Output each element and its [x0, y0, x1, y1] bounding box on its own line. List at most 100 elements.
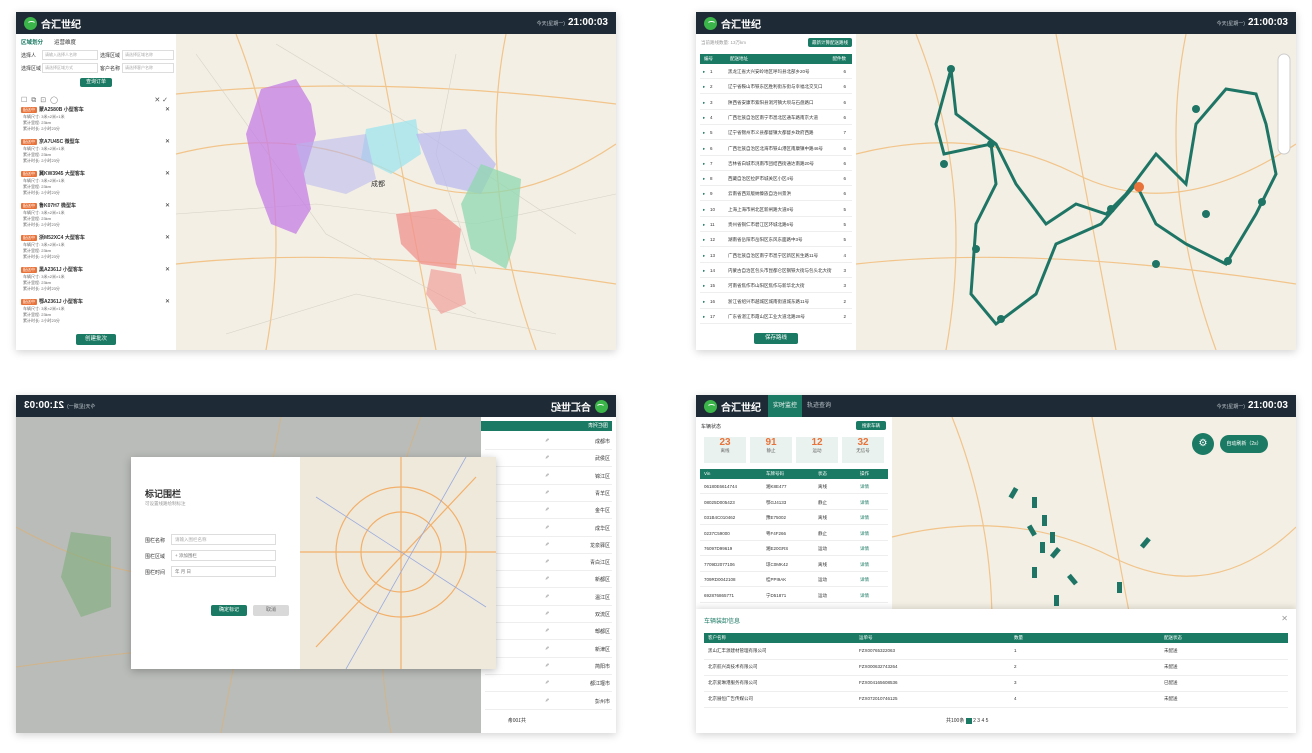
row-expand-icon[interactable]: ▸: [703, 299, 705, 305]
edit-icon[interactable]: ✎: [545, 559, 549, 565]
route-row[interactable]: ▸ 12 湖南省岳阳市岳阳区东风东面路中3号 5: [700, 234, 852, 248]
fence-list-item[interactable]: 锦江区 ✎: [485, 469, 612, 485]
row-expand-icon[interactable]: ▸: [703, 314, 705, 320]
fence-list-item[interactable]: 武侯区 ✎: [485, 452, 612, 468]
edit-icon[interactable]: ✎: [545, 507, 549, 513]
tab-track[interactable]: 轨迹查询: [802, 395, 836, 417]
edit-icon[interactable]: ✎: [545, 680, 549, 686]
dialog-row[interactable]: 北京航兴高技术有限公司 FZX000632743264 2 未配送: [704, 661, 1288, 676]
vehicle-row[interactable]: 709RD0042108 桂PPI9AK 运动 详情: [700, 574, 888, 587]
create-batch-button[interactable]: 创建批次: [76, 334, 116, 345]
route-row[interactable]: ▸ 1 黑龙江省大兴安岭地区呼玛县北部乡20号 6: [700, 66, 852, 79]
fence-pager[interactable]: 共100条: [508, 717, 526, 724]
edit-icon[interactable]: ✎: [545, 525, 549, 531]
status-stat[interactable]: 32 无信号: [842, 437, 884, 463]
row-expand-icon[interactable]: ▸: [703, 237, 705, 243]
card-close-icon[interactable]: ✕: [165, 138, 170, 145]
edit-icon[interactable]: ✎: [545, 698, 549, 704]
row-expand-icon[interactable]: ▸: [703, 84, 705, 90]
plan-route-button[interactable]: 最新计算配送路线: [808, 38, 852, 47]
card-close-icon[interactable]: ✕: [165, 298, 170, 305]
row-detail-link[interactable]: 详情: [860, 515, 869, 521]
edit-icon[interactable]: ✎: [545, 646, 549, 652]
card-close-icon[interactable]: ✕: [165, 266, 170, 273]
row-detail-link[interactable]: 详情: [860, 562, 869, 568]
route-row[interactable]: ▸ 6 广西壮族自治区北海市铁山港区南康镇中路46号 6: [700, 143, 852, 156]
fence-list-item[interactable]: 新都区 ✎: [485, 573, 612, 589]
edit-icon[interactable]: ✎: [545, 576, 549, 582]
fence-list-item[interactable]: 成都市 ✎: [485, 435, 612, 450]
auto-refresh-button[interactable]: 自动刷新（2s）: [1220, 435, 1268, 453]
row-expand-icon[interactable]: ▸: [703, 146, 705, 152]
tab-region[interactable]: 区域划分: [21, 38, 43, 46]
status-stat[interactable]: 23 离线: [704, 437, 746, 463]
row-expand-icon[interactable]: ▸: [703, 161, 705, 167]
route-row[interactable]: ▸ 14 内蒙古自治区包头市昆都仑区钢铁大街与包头北大街 3: [700, 265, 852, 278]
fence-list-item[interactable]: 都江堰市 ✎: [485, 677, 612, 693]
route-row[interactable]: ▸ 3 陕西省安康市紫阳县洞河镇大坝与石盘路口 6: [700, 97, 852, 110]
fence-list-item[interactable]: 温江区 ✎: [485, 590, 612, 606]
route-row[interactable]: ▸ 13 广西壮族自治区南宁市邕宁区新区民生路11号 4: [700, 250, 852, 263]
close-all-icon[interactable]: ✕ ✓: [154, 96, 168, 104]
route-row[interactable]: ▸ 11 贵州省铜仁市碧江区环城北路6号 5: [700, 219, 852, 232]
card-close-icon[interactable]: ✕: [165, 202, 170, 209]
fence-area-input[interactable]: + 添加围栏: [171, 550, 276, 561]
row-expand-icon[interactable]: ▸: [703, 207, 705, 213]
dialog-row[interactable]: 黑山汇丰源建材管理有限公司 FZX00765322063 1 未配送: [704, 645, 1288, 660]
vehicle-card[interactable]: 配送中 黑A2361J 小型客车 ✕ 车辆尺寸: 3米×2米×1米 累计里程: 23km…: [16, 266, 176, 296]
vehicle-card[interactable]: 配送中 京A7U45C 微型车 ✕ 车辆尺寸: 3米×2米×1米 累计里程: 23km 累…: [16, 138, 176, 168]
edit-icon[interactable]: ✎: [545, 490, 549, 496]
edit-icon[interactable]: ✎: [545, 663, 549, 669]
fence-name-input[interactable]: 请输入围栏名称: [171, 534, 276, 545]
map-area[interactable]: 成都: [176, 34, 616, 350]
row-expand-icon[interactable]: ▸: [703, 191, 705, 197]
gear-icon[interactable]: ⚙: [1192, 433, 1214, 455]
dialog-pager[interactable]: 共100条 2 3 4 5: [946, 717, 988, 724]
status-stat[interactable]: 12 运动: [796, 437, 838, 463]
fence-list-item[interactable]: 简阳市 ✎: [485, 659, 612, 675]
route-row[interactable]: ▸ 15 河南省焦作市山阳区焦作与新华北大街 3: [700, 280, 852, 294]
edit-icon[interactable]: ✎: [545, 542, 549, 548]
fence-list-item[interactable]: 龙泉驿区 ✎: [485, 538, 612, 554]
vehicle-row[interactable]: 692876865771 宁D51871 运动 详情: [700, 590, 888, 603]
vehicle-card[interactable]: 配送中 鲁K07H7 微型车 ✕ 车辆尺寸: 3米×2米×1米 累计里程: 23km 累计…: [16, 202, 176, 232]
close-icon[interactable]: ✕: [1281, 614, 1288, 623]
vehicle-row[interactable]: 08025D005423 鄂GJ4133 静止 详情: [700, 497, 888, 510]
fence-dialog-map[interactable]: [300, 456, 496, 670]
tool-icons[interactable]: ☐⧉⊡◯: [21, 96, 62, 105]
row-detail-link[interactable]: 详情: [860, 531, 869, 537]
fence-cancel-button[interactable]: 取消: [253, 605, 289, 616]
card-close-icon[interactable]: ✕: [165, 170, 170, 177]
fence-list-item[interactable]: 双流区 ✎: [485, 608, 612, 623]
filter-3-input[interactable]: 请选择区域方式: [42, 63, 98, 73]
row-expand-icon[interactable]: ▸: [703, 176, 705, 182]
route-row[interactable]: ▸ 5 辽宁省锦州市义县都督镇大都督乡政府西路 7: [700, 127, 852, 141]
vehicle-row[interactable]: 76097D99619 湘E20GRS 运动 详情: [700, 543, 888, 556]
fence-list-item[interactable]: 新津区 ✎: [485, 642, 612, 658]
edit-icon[interactable]: ✎: [545, 455, 549, 461]
tab-realtime[interactable]: 实时监控: [768, 395, 803, 417]
row-expand-icon[interactable]: ▸: [703, 115, 705, 121]
row-expand-icon[interactable]: ▸: [703, 130, 705, 136]
row-expand-icon[interactable]: ▸: [703, 222, 705, 228]
row-detail-link[interactable]: 详情: [860, 500, 869, 506]
page-1[interactable]: [965, 717, 972, 724]
search-order-button[interactable]: 查询订单: [80, 78, 112, 87]
vehicle-row[interactable]: 7709D2077106 琼C0MK42 离线 详情: [700, 559, 888, 572]
fence-list-item[interactable]: 金牛区 ✎: [485, 504, 612, 520]
vehicle-card[interactable]: 配送中 鄂A2361J 小型客车 ✕ 车辆尺寸: 3米×2米×1米 累计里程: 23km…: [16, 298, 176, 328]
vehicle-card[interactable]: 配送中 浙M52XC4 大型客车 ✕ 车辆尺寸: 3米×2米×1米 累计里程: 23km…: [16, 234, 176, 264]
edit-icon[interactable]: ✎: [545, 628, 549, 634]
route-row[interactable]: ▸ 9 云南省西双版纳傣族自治州景洪 6: [700, 188, 852, 202]
row-expand-icon[interactable]: ▸: [703, 283, 705, 289]
route-active-marker[interactable]: [1134, 182, 1144, 192]
fence-ok-button[interactable]: 确定标记: [211, 605, 247, 616]
row-expand-icon[interactable]: ▸: [703, 253, 705, 259]
row-detail-link[interactable]: 详情: [860, 593, 869, 599]
filter-1-input[interactable]: 请输入选择人名称: [42, 50, 98, 60]
route-row[interactable]: ▸ 16 浙江省绍兴市越城区城南街道城东路11号 2: [700, 296, 852, 309]
region-red[interactable]: [396, 209, 461, 269]
dialog-row[interactable]: 北京展恒广告传媒公司 FZX072010746125 4 未配送: [704, 693, 1288, 708]
edit-icon[interactable]: ✎: [545, 438, 549, 444]
vehicle-card[interactable]: 配送中 蒙A2580B 小型客车 ✕ 车辆尺寸: 3米×2米×1米 累计里程: 23km…: [16, 106, 176, 136]
